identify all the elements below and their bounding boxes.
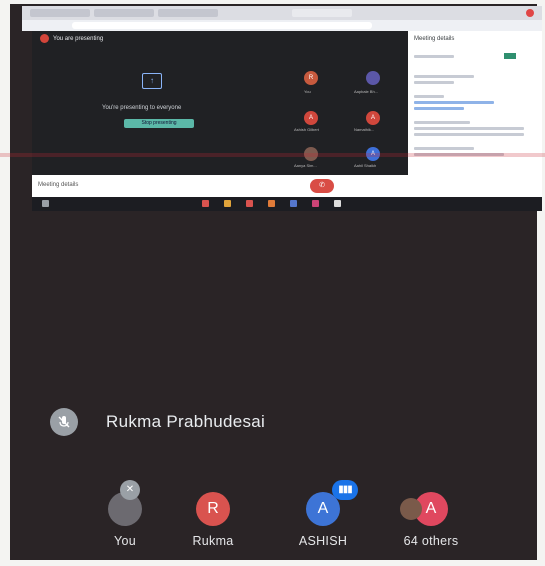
participant-tile-label: Aapbale Bh... <box>354 89 379 94</box>
participant-label: ASHISH <box>298 534 348 548</box>
meet-control-bar: Meeting details ✆ <box>32 175 542 197</box>
start-icon[interactable] <box>42 200 49 207</box>
avatar: ✕ <box>108 480 142 526</box>
participant-tile-label: Ashish Gilbert <box>294 127 319 132</box>
close-icon[interactable] <box>526 9 534 17</box>
app-icon[interactable] <box>312 200 319 207</box>
participant-label: Rukma <box>192 534 234 548</box>
panel-text <box>414 121 470 124</box>
participant-tile-label: Aanya Sim... <box>294 163 317 168</box>
avatar: A <box>400 492 448 526</box>
participant-tile-label: Namathik... <box>354 127 375 132</box>
panel-text <box>414 55 454 58</box>
app-icon[interactable] <box>246 200 253 207</box>
participant-ashish[interactable]: A ▮▮▮ ASHISH <box>278 480 368 548</box>
participant-you[interactable]: ✕ You <box>80 480 170 548</box>
app-icon[interactable] <box>224 200 231 207</box>
stop-presenting-button[interactable]: Stop presenting <box>124 119 194 128</box>
panel-text <box>414 95 444 98</box>
avatar-initial: A <box>317 500 329 517</box>
stacked-avatar <box>400 498 422 520</box>
browser-tab-strip <box>22 6 542 20</box>
panel-text <box>414 81 454 84</box>
avatar-initial: A <box>425 500 437 517</box>
mic-off-icon <box>50 408 78 436</box>
avatar: A ▮▮▮ <box>306 480 358 526</box>
app-icon[interactable] <box>202 200 209 207</box>
participant-tile[interactable]: A <box>366 111 380 125</box>
participant-tile[interactable] <box>366 71 380 85</box>
presenting-indicator: You are presenting <box>40 34 103 43</box>
participant-tile-label: You <box>304 89 311 94</box>
participant-tile[interactable]: R <box>304 71 318 85</box>
browser-tab-active[interactable] <box>292 9 352 17</box>
app-icon[interactable] <box>334 200 341 207</box>
panel-text <box>414 147 474 150</box>
chat-toggle[interactable] <box>504 53 516 59</box>
mic-off-icon: ✕ <box>120 480 140 500</box>
presenting-message: You're presenting to everyone <box>102 105 182 111</box>
os-taskbar <box>32 197 542 211</box>
speaker-name: Rukma Prabhudesai <box>106 412 266 431</box>
avatar: R <box>196 492 230 526</box>
screen-glare <box>0 153 545 157</box>
participant-rukma[interactable]: R Rukma <box>168 492 258 548</box>
presenting-label: You are presenting <box>53 35 104 42</box>
browser-tab[interactable] <box>158 9 218 17</box>
panel-link[interactable] <box>414 101 494 104</box>
participant-tile[interactable]: A <box>304 111 318 125</box>
panel-title: Meeting details <box>414 36 455 42</box>
active-speaker: Rukma Prabhudesai <box>50 408 265 436</box>
panel-text <box>414 133 524 136</box>
browser-tab[interactable] <box>94 9 154 17</box>
participant-tile-label: Aahil Shaikh <box>354 163 377 168</box>
url-input[interactable] <box>72 22 372 29</box>
app-icon[interactable] <box>290 200 297 207</box>
presenting-icon <box>40 34 49 43</box>
participant-label: You <box>114 534 136 548</box>
participant-others[interactable]: A 64 others <box>386 492 476 548</box>
present-screen-icon: ↑ <box>142 73 162 89</box>
speaking-indicator-icon: ▮▮▮ <box>332 480 358 500</box>
panel-link[interactable] <box>414 107 464 110</box>
phone-hangup-icon[interactable]: ✆ <box>310 179 334 193</box>
panel-text <box>414 75 474 78</box>
panel-text <box>414 127 524 130</box>
participant-label: 64 others <box>403 534 459 548</box>
address-bar <box>22 20 542 31</box>
meeting-details-button[interactable]: Meeting details <box>38 182 78 188</box>
app-icon[interactable] <box>268 200 275 207</box>
browser-tab[interactable] <box>30 9 90 17</box>
